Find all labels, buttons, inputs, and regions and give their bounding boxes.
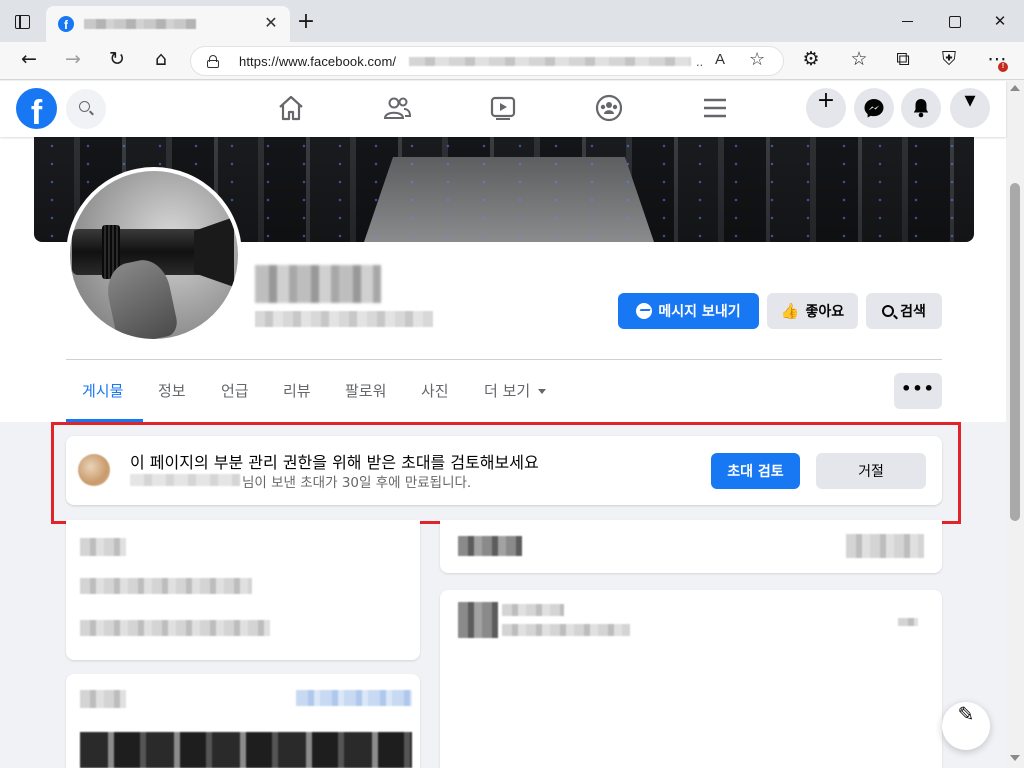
facebook-logo[interactable]: f xyxy=(16,88,57,129)
invite-title: 이 페이지의 부분 관리 권한을 위해 받은 초대를 검토해보세요 xyxy=(130,453,539,472)
tab-title-redacted xyxy=(84,19,196,29)
browser-tab-strip: f ✕ + ✕ xyxy=(0,0,1024,42)
redacted-text xyxy=(80,578,252,594)
address-bar[interactable]: https://www.facebook.com/ .. A ☆ xyxy=(190,46,784,76)
search-icon xyxy=(882,305,895,317)
search-icon[interactable] xyxy=(66,89,106,129)
tab-more[interactable]: 더 보기 xyxy=(484,380,547,401)
inviter-name-redacted xyxy=(130,474,240,486)
new-tab-icon[interactable]: + xyxy=(296,11,316,33)
collections-icon[interactable]: ⧉ xyxy=(890,48,916,74)
page-category-redacted xyxy=(255,311,433,327)
window-close-icon[interactable]: ✕ xyxy=(988,10,1012,32)
read-aloud-icon[interactable]: A xyxy=(715,51,725,68)
friends-icon[interactable] xyxy=(382,93,412,123)
scroll-thumb[interactable] xyxy=(1010,183,1020,521)
redacted-photos[interactable] xyxy=(80,732,412,768)
tab-posts[interactable]: 게시물 xyxy=(82,380,123,401)
more-options-button[interactable]: ••• xyxy=(894,373,942,409)
redacted-options[interactable] xyxy=(898,618,918,626)
lock-icon[interactable] xyxy=(207,55,219,68)
menu-icon[interactable] xyxy=(700,93,730,123)
tab-close-icon[interactable]: ✕ xyxy=(262,14,280,32)
redacted-text xyxy=(502,624,630,636)
redacted-text xyxy=(80,690,126,708)
page-search-button[interactable]: 검색 xyxy=(866,293,942,329)
caret-down-icon xyxy=(538,389,547,394)
create-icon[interactable]: + xyxy=(806,88,846,128)
extensions-icon[interactable]: ⚙ xyxy=(798,48,824,74)
scroll-up-icon[interactable] xyxy=(1010,85,1020,91)
tab-followers[interactable]: 팔로워 xyxy=(345,380,386,401)
inviter-avatar[interactable] xyxy=(78,454,110,486)
back-icon[interactable]: ← xyxy=(16,48,42,74)
url-path-redacted xyxy=(409,57,691,66)
browser-essentials-icon[interactable]: ⛨ xyxy=(936,48,962,74)
page-search-label: 검색 xyxy=(900,304,926,320)
redacted-text xyxy=(80,620,270,636)
window-minimize-icon[interactable] xyxy=(896,10,920,32)
like-label: 좋아요 xyxy=(805,304,845,320)
facebook-favicon-icon: f xyxy=(58,16,74,32)
tab-photos[interactable]: 사진 xyxy=(421,380,449,401)
redacted-avatar xyxy=(458,602,498,638)
account-icon[interactable]: ▾ xyxy=(950,88,990,128)
window-maximize-icon[interactable] xyxy=(942,10,966,32)
new-message-compose-icon[interactable]: ✎ xyxy=(942,702,990,750)
browser-toolbar: ← → ↻ ⌂ https://www.facebook.com/ .. A ☆… xyxy=(0,42,1024,80)
home-icon[interactable]: ⌂ xyxy=(148,48,174,74)
thumbs-up-icon: 👍 xyxy=(780,302,800,320)
tab-actions-icon[interactable] xyxy=(12,12,34,32)
bell-icon xyxy=(913,99,929,118)
post-card xyxy=(440,590,942,768)
intro-card xyxy=(66,520,420,660)
tab-mentions[interactable]: 언급 xyxy=(221,380,249,401)
messenger-icon xyxy=(636,303,653,319)
page-header: 메시지 보내기 👍 좋아요 검색 게시물 정보 언급 리뷰 팔로워 사진 더 보… xyxy=(0,137,1006,422)
add-favorite-icon[interactable]: ☆ xyxy=(749,49,765,70)
photos-card xyxy=(66,674,420,768)
profile-picture[interactable] xyxy=(66,167,242,343)
refresh-icon[interactable]: ↻ xyxy=(104,48,130,74)
like-button[interactable]: 👍 좋아요 xyxy=(767,293,858,329)
notifications-icon[interactable] xyxy=(901,88,941,128)
redacted-link[interactable] xyxy=(296,690,412,706)
notification-badge: ! xyxy=(998,62,1008,72)
favorites-icon[interactable]: ☆ xyxy=(846,48,872,74)
admin-invite-card: 이 페이지의 부분 관리 권한을 위해 받은 초대를 검토해보세요 님이 보낸 … xyxy=(66,436,942,505)
redacted-text xyxy=(458,536,522,556)
redacted-button[interactable] xyxy=(846,534,924,558)
messenger-icon[interactable] xyxy=(854,88,894,128)
redacted-text xyxy=(502,604,564,616)
review-invite-button[interactable]: 초대 검토 xyxy=(711,453,800,489)
scroll-down-icon[interactable] xyxy=(1010,755,1020,761)
page-scrollbar[interactable] xyxy=(1006,81,1024,768)
send-message-label: 메시지 보내기 xyxy=(658,304,741,320)
decline-invite-button[interactable]: 거절 xyxy=(816,453,926,489)
groups-icon[interactable] xyxy=(594,93,624,123)
header-divider xyxy=(66,359,942,360)
send-message-button[interactable]: 메시지 보내기 xyxy=(618,293,759,329)
url-text: https://www.facebook.com/ xyxy=(239,54,397,69)
watch-icon[interactable] xyxy=(488,93,518,123)
redacted-text xyxy=(80,538,126,556)
tab-reviews[interactable]: 리뷰 xyxy=(283,380,311,401)
tab-about[interactable]: 정보 xyxy=(158,380,186,401)
forward-icon[interactable]: → xyxy=(60,48,86,74)
home-icon[interactable] xyxy=(276,93,306,123)
url-truncation-mark: .. xyxy=(696,54,704,69)
page-name-redacted xyxy=(255,265,381,303)
messenger-glyph-icon xyxy=(864,99,884,118)
tab-more-label: 더 보기 xyxy=(484,382,531,400)
camera-lens-photo xyxy=(70,171,238,339)
browser-tab[interactable]: f ✕ xyxy=(46,6,290,42)
invite-subtitle: 님이 보낸 초대가 30일 후에 만료됩니다. xyxy=(242,475,472,491)
composer-card xyxy=(440,520,942,573)
facebook-top-nav: f + ▾ xyxy=(0,81,1006,137)
